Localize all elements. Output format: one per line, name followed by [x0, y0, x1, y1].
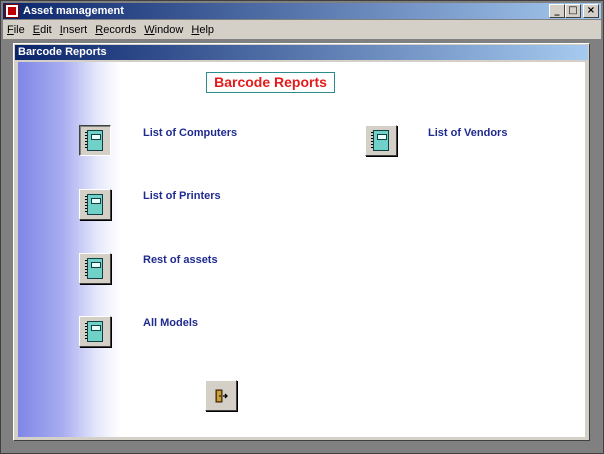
list-of-vendors-button[interactable]	[365, 125, 397, 156]
access-app-icon[interactable]	[5, 4, 19, 18]
menu-help[interactable]: Help	[187, 24, 218, 36]
list-of-computers-button[interactable]	[79, 125, 111, 156]
menu-window[interactable]: Window	[140, 24, 187, 36]
report-book-icon	[85, 321, 103, 342]
menu-records[interactable]: Records	[91, 24, 140, 36]
menu-insert[interactable]: Insert	[56, 24, 92, 36]
caption-buttons: _ □ ×	[549, 4, 599, 18]
rest-of-assets-label: Rest of assets	[143, 254, 218, 266]
menu-edit[interactable]: Edit	[29, 24, 56, 36]
list-of-vendors-label: List of Vendors	[428, 127, 508, 139]
restore-button[interactable]: □	[565, 4, 581, 18]
report-book-icon	[371, 130, 389, 151]
app-titlebar[interactable]: Asset management _ □ ×	[3, 3, 601, 19]
all-models-button[interactable]	[79, 316, 111, 347]
report-book-icon	[85, 194, 103, 215]
rest-of-assets-button[interactable]	[79, 253, 111, 284]
list-of-printers-button[interactable]	[79, 189, 111, 220]
form-heading: Barcode Reports	[206, 72, 335, 93]
menu-file[interactable]: File	[3, 24, 29, 36]
app-title: Asset management	[23, 5, 124, 17]
report-book-icon	[85, 130, 103, 151]
exit-button[interactable]	[205, 380, 237, 411]
close-button[interactable]: ×	[583, 4, 599, 18]
report-book-icon	[85, 258, 103, 279]
list-of-printers-label: List of Printers	[143, 190, 221, 202]
minimize-button[interactable]: _	[549, 4, 565, 18]
menu-bar: File Edit Insert Records Window Help	[3, 20, 601, 39]
exit-door-icon	[215, 389, 228, 403]
app-window: Asset management _ □ × File Edit Insert …	[0, 0, 604, 454]
form-titlebar[interactable]: Barcode Reports	[15, 45, 588, 60]
form-body: Barcode Reports List of Computers List o…	[18, 62, 585, 437]
all-models-label: All Models	[143, 317, 199, 329]
mdi-workspace: Barcode Reports Barcode Reports List of …	[3, 39, 601, 451]
list-of-computers-label: List of Computers	[143, 127, 238, 139]
barcode-reports-form: Barcode Reports Barcode Reports List of …	[13, 43, 590, 441]
